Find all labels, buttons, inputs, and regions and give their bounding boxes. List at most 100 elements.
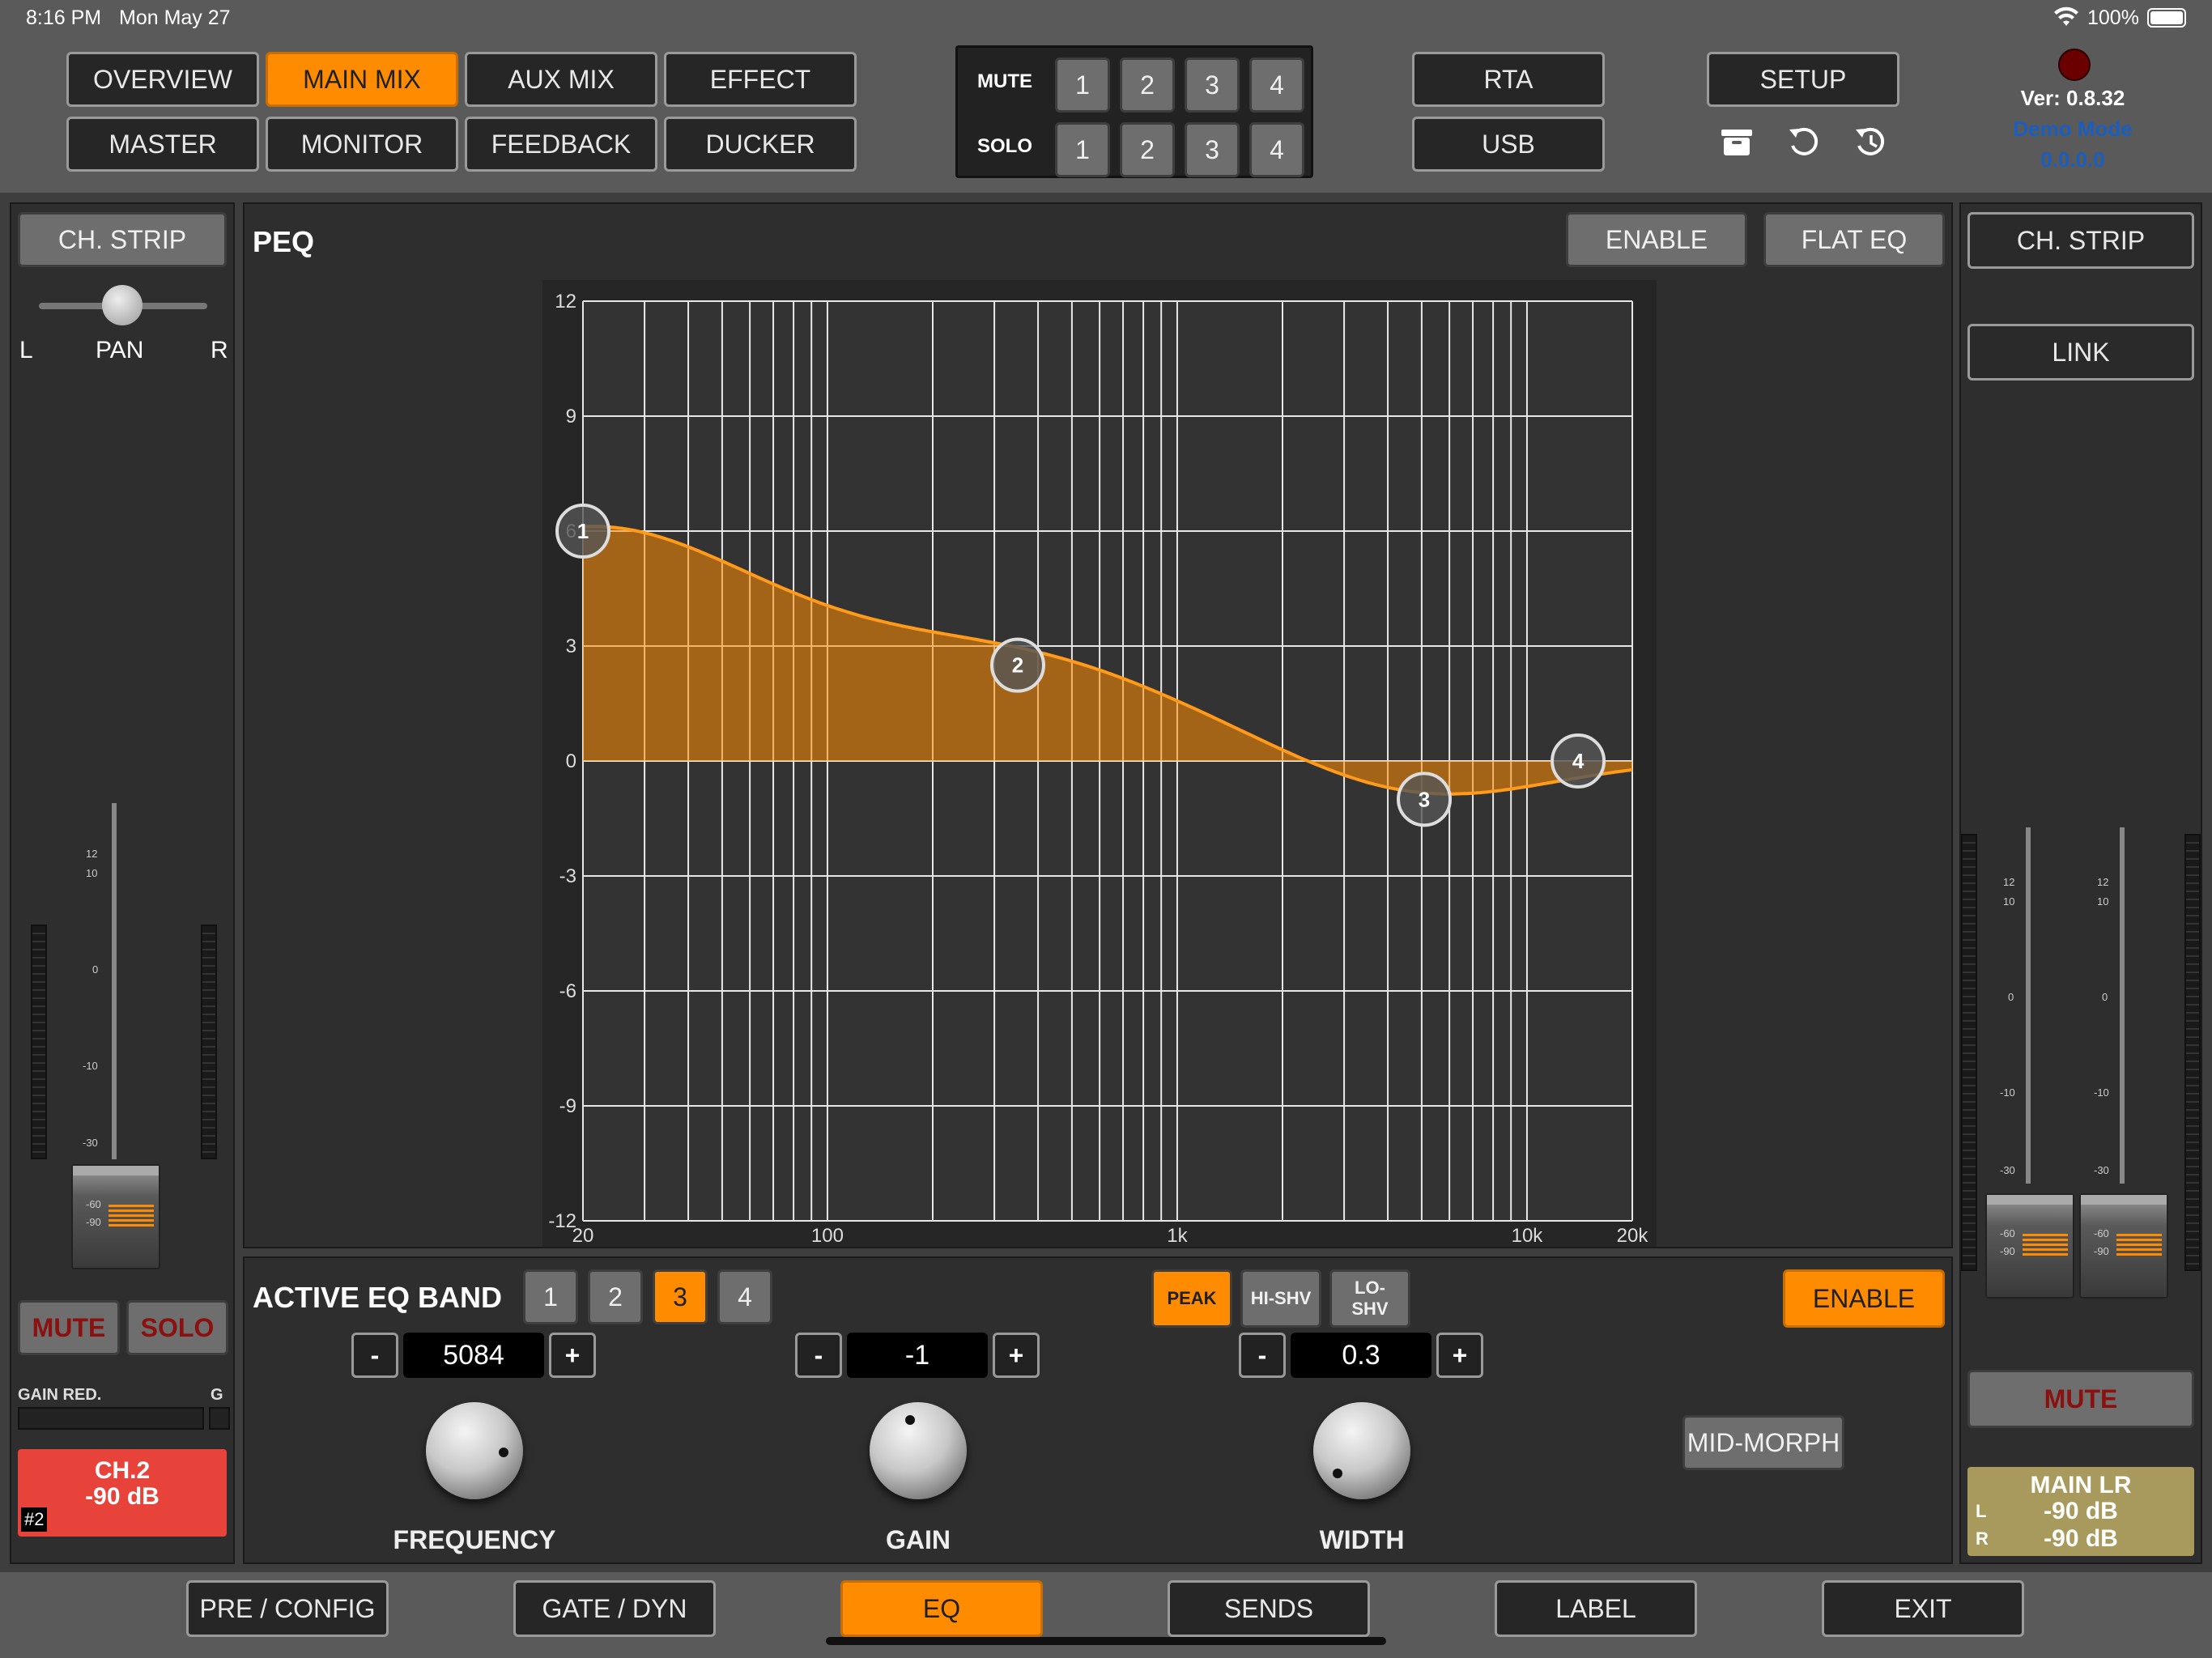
fader-cap-tick: -90: [86, 1216, 101, 1228]
tab-label[interactable]: LABEL: [1495, 1580, 1697, 1637]
x-tick-label: 20: [572, 1225, 594, 1247]
peq-title: PEQ: [253, 225, 315, 258]
pan-label: PAN: [96, 337, 144, 363]
setup-button[interactable]: SETUP: [1707, 52, 1899, 107]
eq-node-label: 3: [1419, 787, 1430, 811]
usb-button[interactable]: USB: [1412, 117, 1605, 172]
tab-eq[interactable]: EQ: [840, 1580, 1043, 1637]
filter-type-lo-shelf-label: LO-SHV: [1351, 1278, 1389, 1319]
gain-plus-button[interactable]: +: [993, 1333, 1040, 1378]
x-tick-label: 1k: [1167, 1225, 1188, 1247]
fader-cap-tick: -60: [2094, 1227, 2109, 1239]
fader-tick: 10: [2003, 895, 2015, 908]
frequency-value[interactable]: 5084: [403, 1333, 544, 1378]
left-channel-strip: CH. STRIP L PAN R 12 10 0 -10 -30 -60 -9…: [10, 202, 235, 1564]
frequency-minus-button[interactable]: -: [351, 1333, 398, 1378]
eq-band-node-3[interactable]: 3: [1397, 772, 1453, 827]
eq-band-node-4[interactable]: 4: [1551, 733, 1606, 789]
mute-group-2[interactable]: 2: [1120, 57, 1175, 113]
right-fader-track-r[interactable]: [2120, 827, 2125, 1184]
solo-group-4[interactable]: 4: [1249, 122, 1304, 177]
mute-group-1[interactable]: 1: [1055, 57, 1110, 113]
main-lr-name: MAIN LR: [2030, 1472, 2132, 1499]
y-tick-label: 9: [566, 406, 576, 427]
left-ch-strip-button[interactable]: CH. STRIP: [18, 212, 227, 267]
tab-gate-dyn[interactable]: GATE / DYN: [513, 1580, 716, 1637]
gate-label: G: [211, 1386, 223, 1404]
left-fader-cap[interactable]: -60 -90: [71, 1164, 160, 1269]
band-select-4[interactable]: 4: [717, 1269, 772, 1324]
active-band-panel: ACTIVE EQ BAND 1 2 3 4 PEAK HI-SHV LO-SH…: [243, 1256, 1953, 1564]
fader-tick: -10: [2000, 1086, 2015, 1099]
nav-effect[interactable]: EFFECT: [664, 52, 857, 107]
peq-enable-button[interactable]: ENABLE: [1566, 212, 1747, 267]
band-select-2[interactable]: 2: [588, 1269, 643, 1324]
width-knob[interactable]: [1313, 1402, 1410, 1499]
fader-tick: 0: [2008, 991, 2014, 1003]
fader-tick: 10: [86, 867, 98, 879]
archive-icon[interactable]: [1718, 126, 1755, 163]
nav-main-mix[interactable]: MAIN MIX: [266, 52, 458, 107]
peq-panel: PEQ ENABLE FLAT EQ 129630-3-6-9-12 20100…: [243, 202, 1953, 1248]
nav-ducker[interactable]: DUCKER: [664, 117, 857, 172]
width-value[interactable]: 0.3: [1291, 1333, 1431, 1378]
eq-node-label: 2: [1012, 653, 1023, 678]
eq-band-node-2[interactable]: 2: [989, 637, 1045, 693]
right-ch-strip-button[interactable]: CH. STRIP: [1967, 212, 2194, 269]
width-minus-button[interactable]: -: [1239, 1333, 1286, 1378]
left-solo-button[interactable]: SOLO: [126, 1300, 228, 1355]
filter-type-peak[interactable]: PEAK: [1151, 1269, 1232, 1328]
link-button[interactable]: LINK: [1967, 324, 2194, 380]
fader-level-lines: [108, 1205, 154, 1227]
frequency-knob[interactable]: [426, 1402, 523, 1499]
flat-eq-button[interactable]: FLAT EQ: [1763, 212, 1945, 267]
fader-tick: -10: [2094, 1086, 2109, 1099]
filter-type-hi-shelf[interactable]: HI-SHV: [1240, 1269, 1321, 1328]
fader-cap-tick: -60: [2000, 1227, 2015, 1239]
main-lr-box: MAIN LR L -90 dB R -90 dB: [1967, 1467, 2194, 1556]
band-select-1[interactable]: 1: [523, 1269, 578, 1324]
nav-overview[interactable]: OVERVIEW: [66, 52, 259, 107]
frequency-label: FREQUENCY: [393, 1525, 556, 1554]
mid-morph-button[interactable]: MID-MORPH: [1682, 1415, 1844, 1470]
tab-pre-config[interactable]: PRE / CONFIG: [186, 1580, 389, 1637]
history-icon[interactable]: [1853, 125, 1888, 164]
mute-group-4[interactable]: 4: [1249, 57, 1304, 113]
band-select-3[interactable]: 3: [653, 1269, 708, 1324]
band-enable-button[interactable]: ENABLE: [1783, 1269, 1945, 1328]
right-fader-track-l[interactable]: [2026, 827, 2031, 1184]
right-channel-strip: CH. STRIP LINK 12 10 0 -10 -30 -60 -90 1…: [1959, 202, 2202, 1564]
right-meter-outer-right: [2184, 834, 2201, 1271]
channel-name-box: CH.2 -90 dB #2: [18, 1449, 227, 1537]
nav-monitor[interactable]: MONITOR: [266, 117, 458, 172]
filter-type-lo-shelf[interactable]: LO-SHV: [1329, 1269, 1410, 1328]
undo-icon[interactable]: [1786, 125, 1822, 164]
frequency-plus-button[interactable]: +: [549, 1333, 596, 1378]
tab-sends[interactable]: SENDS: [1168, 1580, 1370, 1637]
left-fader-track[interactable]: [112, 803, 117, 1159]
right-fader-cap-l[interactable]: -60 -90: [1985, 1193, 2074, 1299]
gain-value[interactable]: -1: [847, 1333, 988, 1378]
status-led: [2058, 49, 2091, 81]
gain-knob[interactable]: [870, 1402, 967, 1499]
solo-group-3[interactable]: 3: [1185, 122, 1240, 177]
mute-label: MUTE: [977, 70, 1032, 92]
eq-node-label: 4: [1572, 749, 1585, 773]
solo-group-1[interactable]: 1: [1055, 122, 1110, 177]
nav-aux-mix[interactable]: AUX MIX: [465, 52, 657, 107]
nav-feedback[interactable]: FEEDBACK: [465, 117, 657, 172]
right-mute-button[interactable]: MUTE: [1967, 1370, 2194, 1428]
rta-button[interactable]: RTA: [1412, 52, 1605, 107]
solo-group-2[interactable]: 2: [1120, 122, 1175, 177]
mute-group-3[interactable]: 3: [1185, 57, 1240, 113]
left-mute-button[interactable]: MUTE: [18, 1300, 120, 1355]
gain-minus-button[interactable]: -: [795, 1333, 842, 1378]
eq-band-node-1[interactable]: 1: [555, 504, 610, 559]
right-fader-cap-r[interactable]: -60 -90: [2079, 1193, 2168, 1299]
nav-master[interactable]: MASTER: [66, 117, 259, 172]
peq-graph[interactable]: 129630-3-6-9-12 201001k10k20k 1234: [542, 280, 1657, 1247]
width-plus-button[interactable]: +: [1436, 1333, 1483, 1378]
channel-level: -90 dB: [85, 1483, 160, 1510]
tab-exit[interactable]: EXIT: [1822, 1580, 2024, 1637]
pan-knob[interactable]: [102, 285, 143, 325]
